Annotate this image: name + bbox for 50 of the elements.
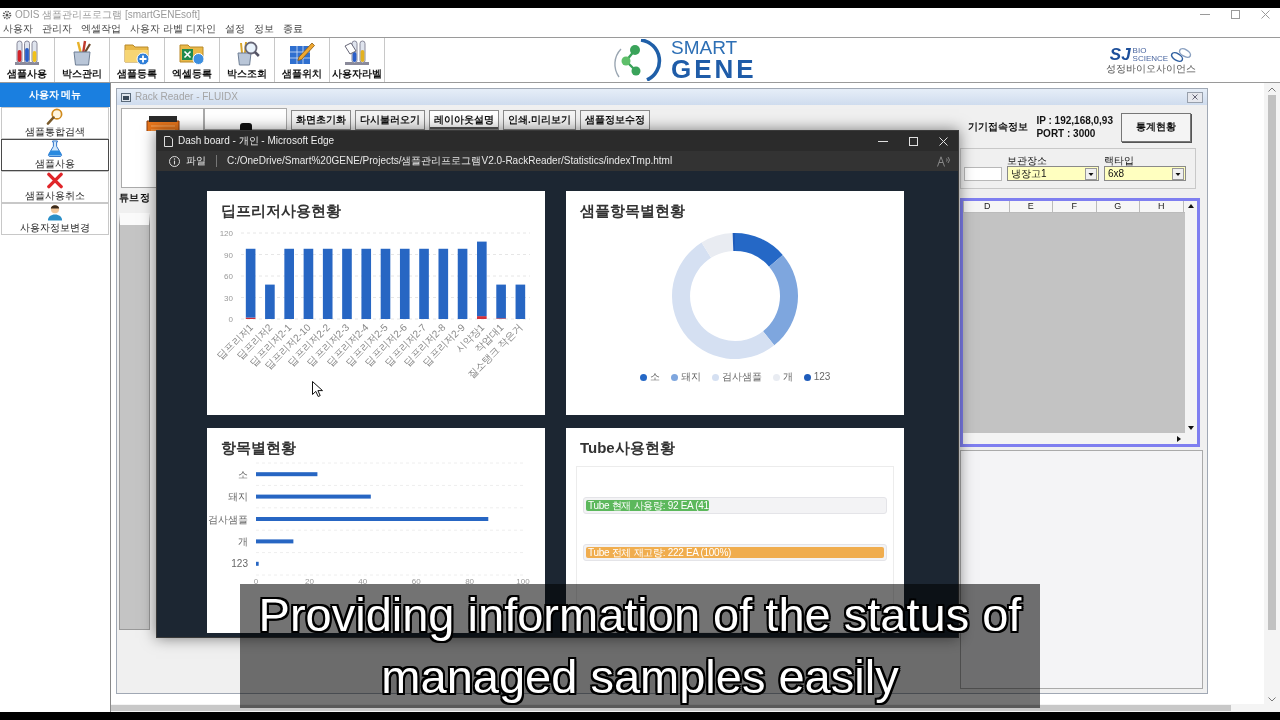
axis-tick-label: 90 [224,250,233,260]
ip-text: IP : 192,168,0,93 [1036,114,1113,127]
category-label: 123 [231,558,248,570]
column-header: H [1140,201,1184,212]
category-label: 개 [238,535,248,547]
logo-tagline: BIO [1132,46,1148,55]
logo-text: SMART [671,39,739,57]
connection-label: 기기접속정보 [968,121,1029,133]
axis-tick-label: 100 [516,577,530,586]
legend-label: 검사샘플 [721,371,762,383]
card-title: 항목별현황 [220,438,297,458]
column-header: F [1053,201,1097,212]
category-label: 돼지 [228,491,248,503]
window-title: ODIS 샘플관리프로그램 [smartGENEsoft] [15,8,201,21]
category-label: 검사샘플 [208,513,248,525]
card-title: 샘플항목별현황 [579,201,686,221]
legend-label: 소 [649,371,660,383]
column-header: E [1009,201,1053,212]
axis-tick-label: 120 [219,229,233,238]
logo-mark: SJ [1109,46,1131,63]
window-title: Rack Reader - FLUIDX [135,91,238,103]
card-title: Tube사용현황 [579,438,676,458]
field-label: 보관장소 [1007,155,1048,166]
column-header: G [1096,201,1140,212]
port-text: PORT : 3000 [1036,127,1097,140]
field-label: 랙타입 [1104,155,1135,166]
url-text: C:/OneDrive/Smart%20GENE/Projects/샘플관리프로그램V2.0-RackReader/Statistics/indexTmp.html [227,155,673,167]
window-title: Dash board - 개인 - Microsoft Edge [178,135,335,147]
legend-label: 개 [782,371,793,383]
card-title: 딥프리저사용현황 [220,201,342,221]
logo-tagline: SCIENCE [1132,54,1169,63]
axis-tick-label: 0 [253,577,259,586]
legend-label: 123 [813,371,831,383]
company-name: 성정바이오사이언스 [1106,63,1196,74]
axis-tick-label: 0 [228,315,233,324]
axis-tick-label: 80 [465,577,475,586]
column-header: D [966,201,1010,212]
progress-label: Tube 현재 사용량: 92 EA (41 [587,500,709,511]
axis-tick-label: 30 [224,293,233,303]
group-label: 튜브 정 [119,192,151,204]
sidebar-header: 사용자 메뉴 [0,83,110,107]
axis-tick-label: 60 [411,577,421,586]
legend-label: 돼지 [680,371,701,383]
category-label: 소 [238,468,248,480]
axis-tick-label: 60 [224,272,233,281]
axis-tick-label: 40 [358,577,368,586]
progress-label: Tube 전체 재고량: 222 EA (100%) [587,547,731,558]
scheme-label: 파일 [186,155,206,167]
logo-text: GENE [671,57,757,81]
axis-tick-label: 20 [304,577,314,586]
